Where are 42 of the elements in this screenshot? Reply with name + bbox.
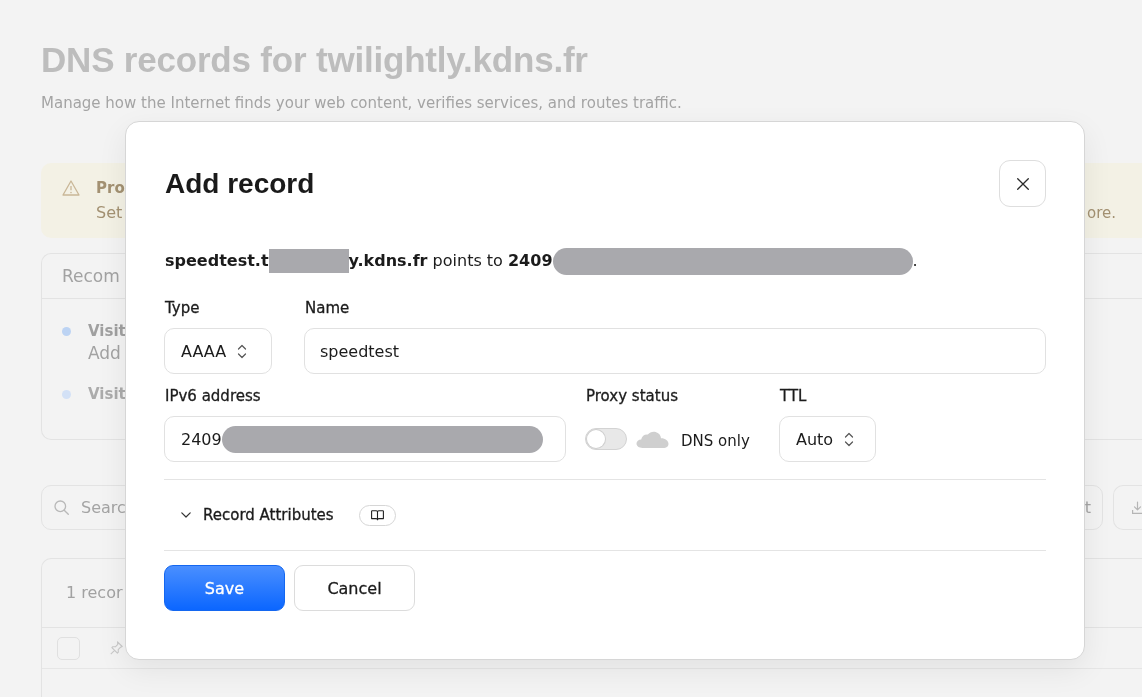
- dialog-title: Add record: [165, 166, 315, 201]
- cancel-button[interactable]: Cancel: [294, 565, 415, 611]
- summary-text: speedtest.t: [165, 250, 269, 272]
- recommendation-title: Visit: [88, 321, 126, 341]
- field-label: TTL: [780, 387, 807, 405]
- field-label: Proxy status: [586, 387, 678, 405]
- book-button[interactable]: [358, 504, 396, 526]
- field-label: Type: [165, 299, 200, 317]
- up-down-chevron-icon: [844, 431, 855, 447]
- bullet-dot-icon: [62, 327, 71, 336]
- cloud-icon: [636, 430, 669, 448]
- summary-text: .: [912, 250, 918, 272]
- bullet-dot-icon: [62, 390, 71, 399]
- type-select[interactable]: AAAA: [164, 328, 272, 374]
- field-label: IPv6 address: [165, 387, 261, 405]
- page-subtitle: Manage how the Internet finds your web content, verifies services, and routes traffic.: [41, 93, 682, 113]
- banner-heading: Pro: [96, 178, 125, 198]
- banner-text: Set: [96, 203, 124, 223]
- record-count: 1 recor: [66, 583, 123, 603]
- book-icon: [370, 509, 384, 521]
- warning-icon: [62, 180, 80, 196]
- up-down-chevron-icon: [237, 343, 248, 359]
- recommendation-title: Visit: [88, 384, 126, 404]
- ttl-select[interactable]: Auto: [779, 416, 876, 462]
- proxy-toggle[interactable]: [585, 428, 627, 450]
- name-field[interactable]: speedtest: [304, 328, 1046, 374]
- card-heading: Recom: [62, 265, 120, 287]
- recommendation-text: Add: [88, 343, 122, 363]
- proxy-status-text: DNS only: [681, 430, 750, 451]
- download-icon: [1132, 501, 1142, 514]
- record-attributes-disclosure[interactable]: Record Attributes: [181, 505, 334, 525]
- field-label: Name: [305, 299, 350, 317]
- chevron-icon: [181, 512, 191, 518]
- close-icon: [1016, 177, 1029, 190]
- search-icon: [54, 500, 69, 515]
- pin-icon: [110, 641, 123, 655]
- download-button[interactable]: [1113, 485, 1142, 530]
- close-button[interactable]: [999, 160, 1046, 207]
- save-button[interactable]: Save: [164, 565, 285, 611]
- banner-text: ore.: [1087, 203, 1117, 223]
- ipv6-address-field[interactable]: 2409: [164, 416, 566, 462]
- summary-text: y.kdns.fr points to 2409: [348, 250, 553, 272]
